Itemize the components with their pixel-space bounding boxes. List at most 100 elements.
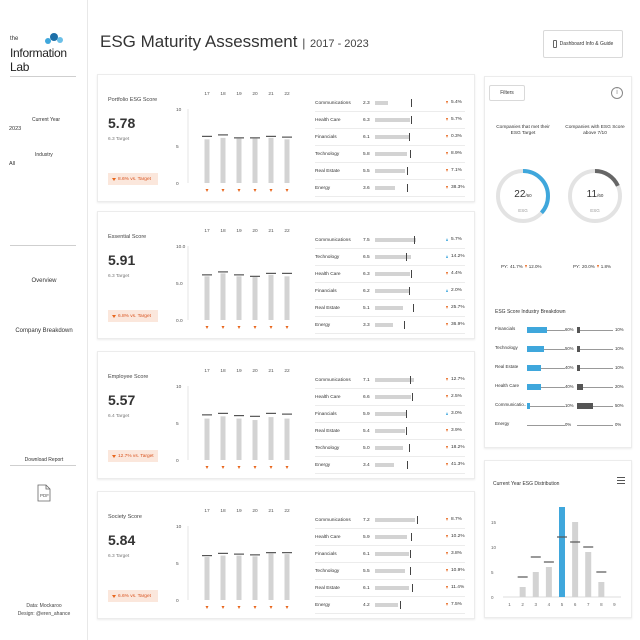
distribution-bar[interactable] <box>532 572 539 597</box>
industry-row[interactable]: Communications 7.1 12.7% <box>315 372 465 389</box>
current-year-select[interactable]: 2023 <box>9 126 21 132</box>
industry-name: Communications <box>315 517 351 523</box>
card-delta-badge: 6.8% vs. Target <box>108 310 158 322</box>
trend-bar[interactable] <box>268 553 274 600</box>
info-icon[interactable]: i <box>611 87 623 99</box>
trend-bar[interactable] <box>252 556 258 600</box>
dashboard-guide-button[interactable]: Dashboard Info & Guide <box>543 30 623 58</box>
trend-bar[interactable] <box>204 557 210 600</box>
trend-bar[interactable] <box>284 418 290 460</box>
breakdown-row[interactable]: Technology 50% 10% <box>495 342 625 356</box>
industry-row[interactable]: Technology 5.0 18.2% <box>315 440 465 457</box>
nav-overview[interactable]: Overview <box>0 278 88 284</box>
down-arrow-icon <box>446 552 448 555</box>
industry-name: Technology <box>315 151 340 157</box>
down-arrow-icon <box>446 135 448 138</box>
trend-bar[interactable] <box>220 416 226 460</box>
breakdown-bar-met <box>527 346 544 352</box>
year-label: 19 <box>236 508 242 514</box>
trend-bar[interactable] <box>268 137 274 183</box>
trend-bar[interactable] <box>204 139 210 183</box>
industry-row[interactable]: Technology 5.8 8.9% <box>315 146 465 163</box>
breakdown-row[interactable]: Health Care 40% 20% <box>495 380 625 394</box>
industry-row[interactable]: Real Estate 6.1 11.4% <box>315 580 465 597</box>
brand-logo[interactable]: the Information Lab <box>8 33 84 74</box>
industry-bar-track <box>375 150 419 158</box>
breakdown-row[interactable]: Energy 0% 0% <box>495 418 625 432</box>
y-axis-tick: 10 <box>176 524 182 530</box>
trend-bar[interactable] <box>236 418 242 460</box>
trend-bar[interactable] <box>204 276 210 320</box>
down-arrow-icon <box>596 265 599 268</box>
filters-button[interactable]: Filters <box>489 85 525 101</box>
trend-bar[interactable] <box>268 417 274 460</box>
industry-row[interactable]: Financials 5.9 3.0% <box>315 406 465 423</box>
trend-bar[interactable] <box>220 555 226 600</box>
breakdown-row[interactable]: Financials 60% 10% <box>495 323 625 337</box>
down-arrow-icon <box>253 466 257 469</box>
industry-name: Health Care <box>315 534 341 540</box>
breakdown-industry: Financials <box>495 326 516 331</box>
industry-row[interactable]: Energy 3.4 41.3% <box>315 457 465 474</box>
distribution-bar[interactable] <box>572 522 579 597</box>
industry-row[interactable]: Health Care 6.3 4.4% <box>315 266 465 283</box>
industry-row[interactable]: Energy 3.3 36.9% <box>315 317 465 334</box>
trend-bar[interactable] <box>252 277 258 320</box>
industry-row[interactable]: Financials 6.1 0.3% <box>315 129 465 146</box>
industry-row[interactable]: Real Estate 5.4 3.9% <box>315 423 465 440</box>
industry-bar-track <box>375 116 419 124</box>
menu-icon[interactable] <box>617 477 625 485</box>
industry-row[interactable]: Financials 6.2 2.0% <box>315 283 465 300</box>
industry-row[interactable]: Technology 5.5 10.9% <box>315 563 465 580</box>
donut-count: 11 <box>586 189 598 200</box>
trend-bar[interactable] <box>220 273 226 320</box>
industry-row[interactable]: Energy 4.2 7.5% <box>315 597 465 614</box>
industry-bar-track <box>375 567 419 575</box>
breakdown-axis-right <box>577 425 613 426</box>
down-arrow-icon <box>253 326 257 329</box>
industry-target-tick <box>406 184 408 192</box>
breakdown-row[interactable]: Real Estate 40% 10% <box>495 361 625 375</box>
industry-row[interactable]: Real Estate 5.1 25.7% <box>315 300 465 317</box>
distribution-bar[interactable] <box>598 582 605 597</box>
industry-row[interactable]: Communications 7.2 8.7% <box>315 512 465 529</box>
down-arrow-icon <box>285 466 289 469</box>
industry-row[interactable]: Health Care 5.9 10.2% <box>315 529 465 546</box>
nav-company-breakdown[interactable]: Company Breakdown <box>0 328 88 334</box>
trend-bar[interactable] <box>236 138 242 183</box>
distribution-bar[interactable] <box>545 567 552 597</box>
year-label: 20 <box>252 91 258 97</box>
trend-bar[interactable] <box>220 137 226 183</box>
industry-bar-track <box>375 461 419 469</box>
trend-bar[interactable] <box>284 139 290 183</box>
distribution-bar[interactable] <box>559 507 565 597</box>
breakdown-bar-met <box>527 365 541 371</box>
breakdown-row[interactable]: Communicatio.. 10% 50% <box>495 399 625 413</box>
industry-row[interactable]: Communications 7.5 5.7% <box>315 232 465 249</box>
industry-row[interactable]: Health Care 6.3 5.7% <box>315 112 465 129</box>
distribution-bar[interactable] <box>519 587 526 597</box>
donut-caption: Companies with ESG Score above 7/10 <box>565 125 625 136</box>
trend-bar[interactable] <box>252 138 258 183</box>
trend-bar[interactable] <box>236 555 242 600</box>
trend-bar[interactable] <box>284 276 290 320</box>
industry-row[interactable]: Energy 3.6 38.3% <box>315 180 465 197</box>
industry-row[interactable]: Technology 6.5 14.2% <box>315 249 465 266</box>
trend-bar[interactable] <box>236 276 242 320</box>
industry-value: 6.3 <box>363 117 370 123</box>
industry-list: Communications 7.5 5.7% Technology 6.5 14.2% H… <box>315 232 465 334</box>
trend-bar[interactable] <box>268 274 274 320</box>
trend-bar[interactable] <box>204 418 210 460</box>
year-label: 17 <box>204 91 210 97</box>
industry-select[interactable]: All <box>9 161 15 167</box>
distribution-bar[interactable] <box>585 552 592 597</box>
trend-bar[interactable] <box>284 554 290 600</box>
trend-bar[interactable] <box>252 420 258 460</box>
industry-target-tick <box>407 167 409 175</box>
industry-value: 3.4 <box>363 462 370 468</box>
industry-row[interactable]: Communications 2.3 5.4% <box>315 95 465 112</box>
industry-row[interactable]: Health Care 6.6 2.5% <box>315 389 465 406</box>
industry-bar-track <box>375 270 419 278</box>
industry-row[interactable]: Financials 6.1 3.8% <box>315 546 465 563</box>
industry-row[interactable]: Real Estate 5.5 7.1% <box>315 163 465 180</box>
